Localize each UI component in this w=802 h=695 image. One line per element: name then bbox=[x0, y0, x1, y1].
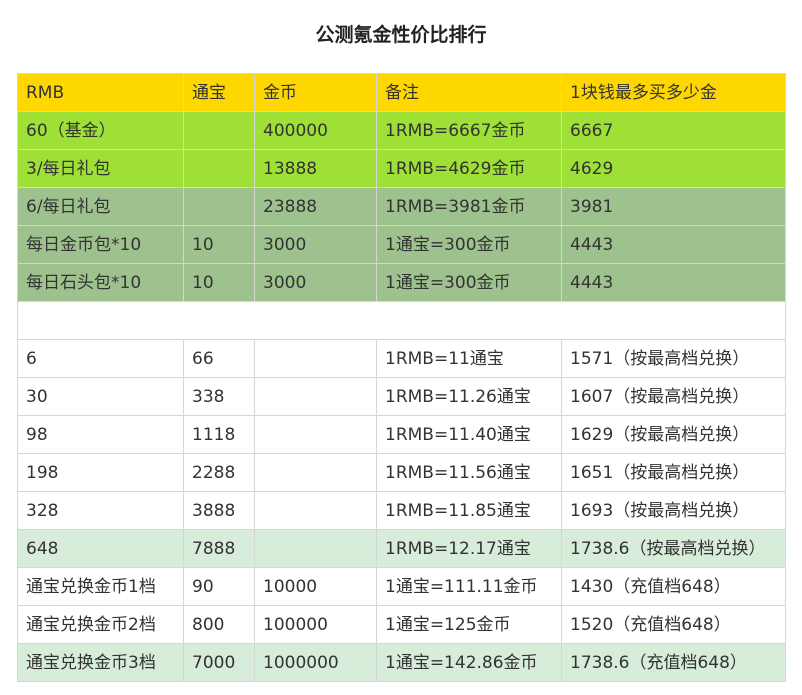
cell-gold: 100000 bbox=[254, 605, 377, 644]
cell-tongbao bbox=[183, 111, 255, 150]
cell-note: 1通宝=300金币 bbox=[376, 225, 562, 264]
header-tongbao: 通宝 bbox=[183, 73, 255, 112]
cell-rmb: 60（基金） bbox=[17, 111, 184, 150]
cell-note: 1通宝=111.11金币 bbox=[376, 567, 562, 606]
cell-gold bbox=[254, 491, 377, 530]
cell-gold: 400000 bbox=[254, 111, 377, 150]
cell-rmb: 6 bbox=[17, 339, 184, 378]
header-rmb: RMB bbox=[17, 73, 184, 112]
cell-gold: 23888 bbox=[254, 187, 377, 226]
cell-tongbao: 3888 bbox=[183, 491, 255, 530]
cell-gold: 13888 bbox=[254, 149, 377, 188]
cell-gold: 3000 bbox=[254, 225, 377, 264]
cell-note: 1RMB=11.40通宝 bbox=[376, 415, 562, 454]
header-gold-per-yuan: 1块钱最多买多少金 bbox=[561, 73, 786, 112]
cell-tongbao: 800 bbox=[183, 605, 255, 644]
table-row: 98 1118 1RMB=11.40通宝 1629（按最高档兑换） bbox=[17, 415, 786, 454]
cell-tongbao: 7888 bbox=[183, 529, 255, 568]
table-row: 每日石头包*10 10 3000 1通宝=300金币 4443 bbox=[17, 263, 786, 302]
page-title: 公测氪金性价比排行 bbox=[315, 24, 487, 46]
spacer-row bbox=[17, 301, 786, 340]
spacer-cell bbox=[17, 301, 786, 340]
cell-note: 1RMB=6667金币 bbox=[376, 111, 562, 150]
table-row: 通宝兑换金币2档 800 100000 1通宝=125金币 1520（充值档64… bbox=[17, 605, 786, 644]
cell-gold-per-yuan: 1571（按最高档兑换） bbox=[561, 339, 786, 378]
cell-note: 1RMB=3981金币 bbox=[376, 187, 562, 226]
table-header-row: RMB 通宝 金币 备注 1块钱最多买多少金 bbox=[17, 73, 786, 112]
cell-gold-per-yuan: 1629（按最高档兑换） bbox=[561, 415, 786, 454]
cell-gold bbox=[254, 377, 377, 416]
cell-gold-per-yuan: 4629 bbox=[561, 149, 786, 188]
cell-tongbao: 66 bbox=[183, 339, 255, 378]
cell-tongbao: 10 bbox=[183, 263, 255, 302]
cell-gold-per-yuan: 1738.6（充值档648） bbox=[561, 643, 786, 682]
cell-gold-per-yuan: 4443 bbox=[561, 225, 786, 264]
cell-note: 1通宝=125金币 bbox=[376, 605, 562, 644]
cell-tongbao bbox=[183, 149, 255, 188]
cell-gold bbox=[254, 415, 377, 454]
cell-gold-per-yuan: 4443 bbox=[561, 263, 786, 302]
table-row: 30 338 1RMB=11.26通宝 1607（按最高档兑换） bbox=[17, 377, 786, 416]
cell-tongbao: 7000 bbox=[183, 643, 255, 682]
cell-rmb: 6/每日礼包 bbox=[17, 187, 184, 226]
cell-gold-per-yuan: 1738.6（按最高档兑换） bbox=[561, 529, 786, 568]
cell-gold: 10000 bbox=[254, 567, 377, 606]
cell-tongbao: 2288 bbox=[183, 453, 255, 492]
cell-note: 1RMB=4629金币 bbox=[376, 149, 562, 188]
cell-tongbao: 1118 bbox=[183, 415, 255, 454]
cell-note: 1RMB=11.56通宝 bbox=[376, 453, 562, 492]
cell-gold: 3000 bbox=[254, 263, 377, 302]
header-gold: 金币 bbox=[254, 73, 377, 112]
cell-tongbao: 338 bbox=[183, 377, 255, 416]
cell-tongbao: 90 bbox=[183, 567, 255, 606]
table-row: 6 66 1RMB=11通宝 1571（按最高档兑换） bbox=[17, 339, 786, 378]
value-ranking-table: RMB 通宝 金币 备注 1块钱最多买多少金 60（基金） 400000 1RM… bbox=[17, 73, 786, 682]
cell-note: 1通宝=142.86金币 bbox=[376, 643, 562, 682]
table-row: 通宝兑换金币3档 7000 1000000 1通宝=142.86金币 1738.… bbox=[17, 643, 786, 682]
cell-tongbao: 10 bbox=[183, 225, 255, 264]
table-row: 328 3888 1RMB=11.85通宝 1693（按最高档兑换） bbox=[17, 491, 786, 530]
cell-gold bbox=[254, 453, 377, 492]
cell-rmb: 3/每日礼包 bbox=[17, 149, 184, 188]
table-row: 每日金币包*10 10 3000 1通宝=300金币 4443 bbox=[17, 225, 786, 264]
cell-gold-per-yuan: 1520（充值档648） bbox=[561, 605, 786, 644]
cell-note: 1RMB=11.85通宝 bbox=[376, 491, 562, 530]
cell-rmb: 198 bbox=[17, 453, 184, 492]
cell-rmb: 328 bbox=[17, 491, 184, 530]
table-row: 3/每日礼包 13888 1RMB=4629金币 4629 bbox=[17, 149, 786, 188]
table-row: 通宝兑换金币1档 90 10000 1通宝=111.11金币 1430（充值档6… bbox=[17, 567, 786, 606]
cell-gold-per-yuan: 1651（按最高档兑换） bbox=[561, 453, 786, 492]
cell-rmb: 通宝兑换金币2档 bbox=[17, 605, 184, 644]
cell-note: 1RMB=11.26通宝 bbox=[376, 377, 562, 416]
table-row: 198 2288 1RMB=11.56通宝 1651（按最高档兑换） bbox=[17, 453, 786, 492]
cell-gold-per-yuan: 1693（按最高档兑换） bbox=[561, 491, 786, 530]
cell-rmb: 每日石头包*10 bbox=[17, 263, 184, 302]
cell-note: 1通宝=300金币 bbox=[376, 263, 562, 302]
table-row: 60（基金） 400000 1RMB=6667金币 6667 bbox=[17, 111, 786, 150]
cell-rmb: 648 bbox=[17, 529, 184, 568]
cell-gold-per-yuan: 1430（充值档648） bbox=[561, 567, 786, 606]
cell-rmb: 每日金币包*10 bbox=[17, 225, 184, 264]
cell-rmb: 98 bbox=[17, 415, 184, 454]
cell-gold: 1000000 bbox=[254, 643, 377, 682]
cell-note: 1RMB=12.17通宝 bbox=[376, 529, 562, 568]
cell-gold-per-yuan: 6667 bbox=[561, 111, 786, 150]
cell-rmb: 30 bbox=[17, 377, 184, 416]
table-row: 648 7888 1RMB=12.17通宝 1738.6（按最高档兑换） bbox=[17, 529, 786, 568]
cell-gold bbox=[254, 529, 377, 568]
cell-gold-per-yuan: 3981 bbox=[561, 187, 786, 226]
cell-gold-per-yuan: 1607（按最高档兑换） bbox=[561, 377, 786, 416]
cell-rmb: 通宝兑换金币1档 bbox=[17, 567, 184, 606]
cell-note: 1RMB=11通宝 bbox=[376, 339, 562, 378]
table-row: 6/每日礼包 23888 1RMB=3981金币 3981 bbox=[17, 187, 786, 226]
header-note: 备注 bbox=[376, 73, 562, 112]
cell-tongbao bbox=[183, 187, 255, 226]
cell-gold bbox=[254, 339, 377, 378]
cell-rmb: 通宝兑换金币3档 bbox=[17, 643, 184, 682]
